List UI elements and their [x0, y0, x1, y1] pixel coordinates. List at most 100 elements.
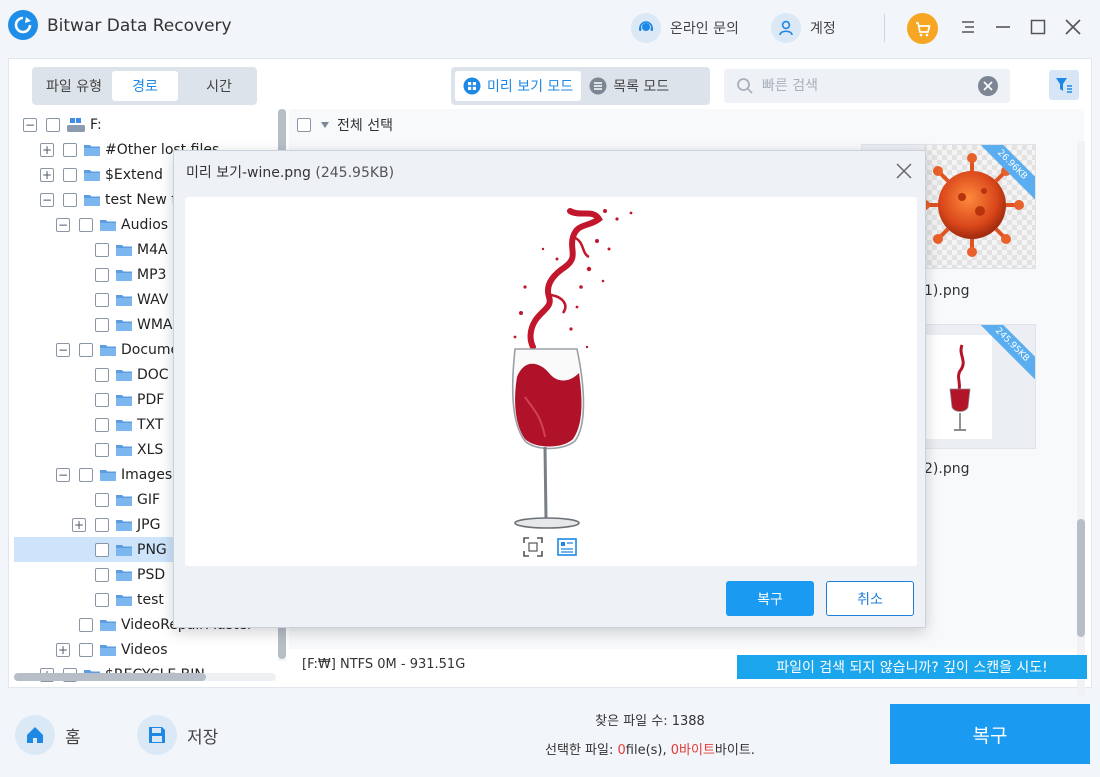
divider [884, 14, 885, 42]
folder-icon [116, 294, 132, 306]
checkbox[interactable] [95, 442, 109, 457]
tree-item-label: PNG [137, 541, 167, 558]
scrollbar-thumb[interactable] [14, 673, 206, 681]
expand-toggle[interactable]: + [56, 642, 70, 657]
view-by-segmented-control: 파일 유형 경로 시간 [32, 67, 257, 105]
maximize-icon[interactable] [1027, 16, 1049, 38]
expand-toggle[interactable]: + [40, 142, 54, 157]
home-label: 홈 [65, 727, 81, 748]
user-icon [771, 13, 801, 43]
checkbox[interactable] [95, 292, 109, 307]
folder-icon [116, 369, 132, 381]
clear-search-icon[interactable] [978, 76, 998, 96]
home-button[interactable]: 홈 [15, 715, 81, 755]
selected-bytes: 0바이트 [670, 743, 715, 758]
tree-item-label: XLS [137, 441, 164, 458]
folder-icon [116, 519, 132, 531]
tree-item-label: F: [90, 116, 102, 133]
recover-button[interactable]: 복구 [890, 704, 1090, 764]
checkbox[interactable] [79, 342, 93, 357]
list-mode-button[interactable]: 목록 모드 [581, 71, 677, 101]
checkbox[interactable] [79, 642, 93, 657]
wine-glass-image [511, 208, 633, 529]
cart-icon[interactable] [907, 13, 938, 44]
preview-mode-button[interactable]: 미리 보기 모드 [455, 71, 582, 101]
file-info-icon[interactable] [557, 537, 577, 557]
select-all-checkbox[interactable] [297, 118, 311, 132]
folder-icon [84, 169, 100, 181]
checkbox[interactable] [63, 167, 77, 182]
checkbox[interactable] [63, 192, 77, 207]
tab-time[interactable]: 시간 [186, 71, 252, 101]
dialog-recover-button[interactable]: 복구 [726, 581, 814, 616]
filter-button[interactable] [1049, 70, 1079, 100]
tab-path[interactable]: 경로 [112, 71, 178, 101]
drive-status: [F:₩] NTFS 0M - 931.51G [302, 657, 466, 672]
dropdown-arrow-icon [321, 122, 329, 128]
tree-item-drive-f[interactable]: − F: [14, 112, 280, 137]
content-vertical-scrollbar[interactable] [1077, 141, 1085, 696]
dialog-cancel-button[interactable]: 취소 [826, 581, 914, 616]
search-icon [737, 78, 753, 94]
folder-icon [84, 194, 100, 206]
menu-icon[interactable] [957, 16, 979, 38]
expand-toggle[interactable]: + [40, 167, 54, 182]
fit-to-screen-icon[interactable] [523, 537, 543, 557]
checkbox[interactable] [95, 517, 109, 532]
checkbox[interactable] [95, 592, 109, 607]
folder-icon [100, 344, 116, 356]
found-files-count: 찾은 파일 수: 1388 [595, 714, 705, 729]
collapse-toggle[interactable]: − [56, 467, 70, 482]
tree-item-label: test [137, 591, 164, 608]
checkbox[interactable] [95, 392, 109, 407]
checkbox[interactable] [63, 142, 77, 157]
tree-item-label: Docume [121, 341, 180, 358]
checkbox[interactable] [95, 492, 109, 507]
tree-item-videos[interactable]: + Videos [14, 637, 280, 662]
checkbox[interactable] [95, 267, 109, 282]
checkbox[interactable] [79, 617, 93, 632]
checkbox[interactable] [46, 117, 60, 132]
checkbox[interactable] [95, 567, 109, 582]
checkbox[interactable] [79, 467, 93, 482]
select-all[interactable]: 전체 선택 [297, 115, 393, 135]
selected-files-unit: file(s), [625, 743, 671, 758]
filter-icon [1056, 78, 1072, 93]
minimize-icon[interactable] [992, 16, 1014, 38]
folder-icon [116, 394, 132, 406]
tree-item-label: WMA [137, 316, 173, 333]
collapse-toggle[interactable]: − [40, 192, 54, 207]
collapse-toggle[interactable]: − [56, 217, 70, 232]
account-button[interactable]: 계정 [771, 13, 836, 43]
image-preview [185, 197, 917, 566]
save-icon [137, 715, 177, 755]
online-inquiry-button[interactable]: 온라인 문의 [631, 13, 739, 43]
drive-icon [67, 117, 85, 132]
file-type-tab[interactable]: 파일 유형 [36, 76, 112, 96]
list-mode-label: 목록 모드 [613, 79, 670, 95]
scrollbar-thumb[interactable] [1077, 519, 1085, 637]
checkbox[interactable] [95, 317, 109, 332]
deep-scan-button[interactable]: 파일이 검색 되지 않습니까? 깊이 스캔을 시도! [737, 655, 1087, 679]
folder-icon [100, 619, 116, 631]
tree-horizontal-scrollbar[interactable] [14, 673, 276, 681]
folder-icon [116, 544, 132, 556]
tree-item-label: MP3 [137, 266, 167, 283]
search-input[interactable] [762, 78, 978, 94]
checkbox[interactable] [95, 242, 109, 257]
checkbox[interactable] [79, 217, 93, 232]
tree-item-label: Audios [121, 216, 169, 233]
tree-item-label: GIF [137, 491, 161, 508]
quick-search [724, 69, 1010, 103]
collapse-toggle[interactable]: − [23, 117, 37, 132]
title-bar: Bitwar Data Recovery 온라인 문의 계정 [0, 0, 1100, 56]
collapse-toggle[interactable]: − [56, 342, 70, 357]
folder-icon [116, 494, 132, 506]
expand-toggle[interactable]: + [72, 517, 86, 532]
close-icon[interactable] [893, 160, 915, 182]
checkbox[interactable] [95, 367, 109, 382]
checkbox[interactable] [95, 417, 109, 432]
checkbox[interactable] [95, 542, 109, 557]
save-button[interactable]: 저장 [137, 715, 218, 755]
close-icon[interactable] [1062, 16, 1084, 38]
